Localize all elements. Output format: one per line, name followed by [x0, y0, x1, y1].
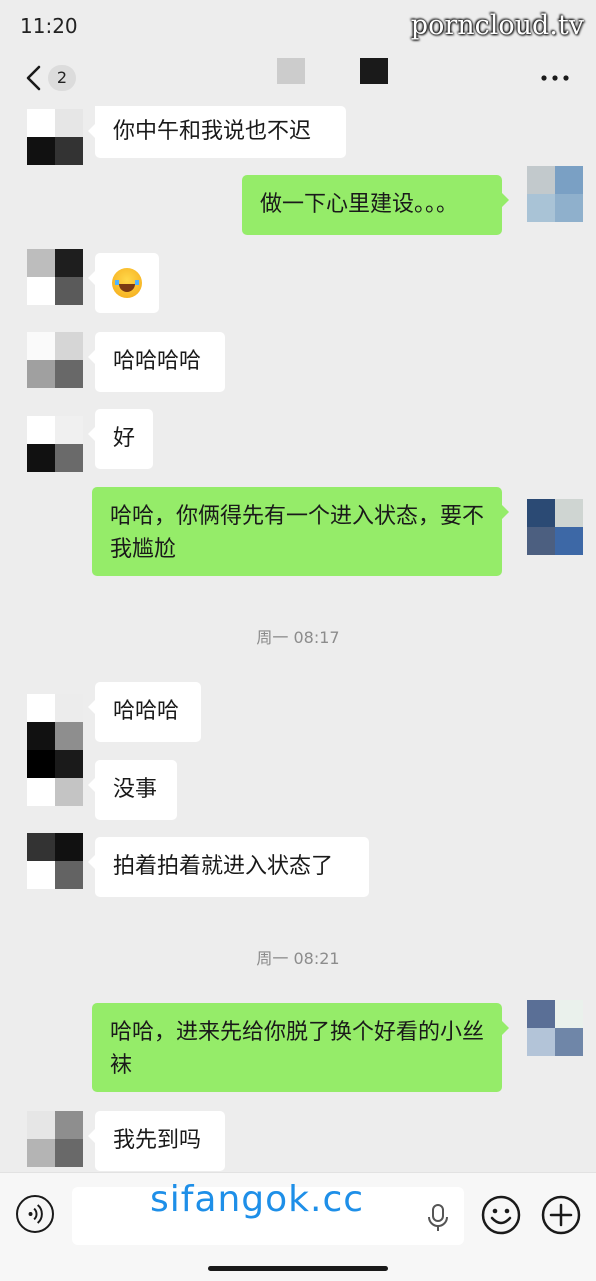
avatar[interactable] — [527, 166, 583, 222]
more-options-icon[interactable] — [540, 64, 570, 92]
message-bubble[interactable]: 哈哈，进来先给你脱了换个好看的小丝袜 — [92, 1003, 509, 1092]
message-bubble[interactable]: 好 — [88, 409, 153, 469]
avatar-pixel — [27, 444, 55, 472]
avatar[interactable] — [27, 750, 83, 806]
avatar-pixel — [27, 109, 55, 137]
avatar-pixel — [55, 833, 83, 861]
avatar-pixel — [55, 249, 83, 277]
avatar[interactable] — [27, 249, 83, 305]
avatar-pixel — [27, 277, 55, 305]
avatar[interactable] — [27, 833, 83, 889]
message-bubble[interactable]: 你中午和我说也不迟 — [88, 106, 346, 158]
home-indicator[interactable] — [208, 1266, 388, 1271]
avatar-pixel — [527, 527, 555, 555]
avatar-pixel — [27, 360, 55, 388]
avatar-pixel — [27, 861, 55, 889]
avatar-pixel — [27, 722, 55, 750]
message-bubble[interactable]: 没事 — [88, 760, 177, 820]
avatar-pixel — [55, 750, 83, 778]
emoji-picker-icon[interactable] — [481, 1195, 521, 1235]
avatar-pixel — [55, 444, 83, 472]
message-bubble[interactable] — [88, 253, 159, 313]
avatar-pixel — [555, 499, 583, 527]
avatar-pixel — [55, 277, 83, 305]
message-bubble[interactable]: 我先到吗 — [88, 1111, 225, 1171]
avatar-pixel — [555, 1028, 583, 1056]
grinning-squinting-tears-emoji-icon — [112, 268, 142, 298]
avatar-pixel — [27, 249, 55, 277]
status-bar: 11:20 porncloud.tv — [0, 0, 596, 50]
avatar-pixel — [555, 1000, 583, 1028]
input-bar: sifangok.cc — [0, 1172, 596, 1281]
chat-message-list[interactable]: 你中午和我说也不迟 做一下心里建设。。。 哈哈哈哈 好 哈哈，你俩得先有一个进入… — [0, 106, 596, 1172]
voice-input-toggle-icon[interactable] — [16, 1195, 54, 1233]
message-bubble[interactable]: 哈哈哈 — [88, 682, 201, 742]
avatar-pixel — [27, 416, 55, 444]
avatar[interactable] — [27, 332, 83, 388]
avatar-pixel — [555, 194, 583, 222]
avatar-pixel — [27, 332, 55, 360]
avatar-pixel — [55, 722, 83, 750]
avatar-pixel — [555, 166, 583, 194]
watermark-top: porncloud.tv — [410, 10, 584, 41]
avatar-pixel — [55, 778, 83, 806]
avatar-pixel — [527, 194, 555, 222]
avatar-pixel — [527, 1000, 555, 1028]
avatar-pixel — [27, 1139, 55, 1167]
avatar-pixel — [27, 833, 55, 861]
avatar[interactable] — [27, 694, 83, 750]
avatar[interactable] — [27, 109, 83, 165]
avatar-pixel — [55, 332, 83, 360]
avatar-pixel — [55, 1111, 83, 1139]
timestamp: 周一 08:21 — [256, 949, 340, 968]
unread-count-badge[interactable]: 2 — [48, 65, 76, 91]
contact-name-redacted-block — [277, 58, 305, 84]
more-functions-plus-icon[interactable] — [541, 1195, 581, 1235]
avatar-pixel — [527, 1028, 555, 1056]
status-time: 11:20 — [20, 14, 78, 38]
avatar-pixel — [55, 694, 83, 722]
avatar-pixel — [55, 861, 83, 889]
avatar[interactable] — [527, 1000, 583, 1056]
avatar-pixel — [527, 166, 555, 194]
avatar-pixel — [55, 109, 83, 137]
avatar[interactable] — [527, 499, 583, 555]
message-bubble[interactable]: 哈哈哈哈 — [88, 332, 225, 392]
microphone-icon[interactable] — [426, 1203, 450, 1233]
avatar[interactable] — [27, 1111, 83, 1167]
avatar[interactable] — [27, 416, 83, 472]
message-bubble[interactable]: 拍着拍着就进入状态了 — [88, 837, 369, 897]
avatar-pixel — [27, 1111, 55, 1139]
message-bubble[interactable]: 做一下心里建设。。。 — [242, 175, 509, 235]
avatar-pixel — [27, 137, 55, 165]
avatar-pixel — [27, 750, 55, 778]
back-chevron-icon[interactable] — [24, 64, 44, 92]
avatar-pixel — [55, 416, 83, 444]
avatar-pixel — [27, 694, 55, 722]
message-bubble[interactable]: 哈哈，你俩得先有一个进入状态，要不我尴尬 — [92, 487, 509, 576]
avatar-pixel — [555, 527, 583, 555]
avatar-pixel — [55, 360, 83, 388]
timestamp: 周一 08:17 — [256, 628, 340, 647]
contact-name-redacted-block — [360, 58, 388, 84]
avatar-pixel — [527, 499, 555, 527]
avatar-pixel — [27, 778, 55, 806]
watermark-bottom: sifangok.cc — [150, 1179, 365, 1220]
avatar-pixel — [55, 137, 83, 165]
avatar-pixel — [55, 1139, 83, 1167]
nav-bar: 2 — [0, 50, 596, 106]
